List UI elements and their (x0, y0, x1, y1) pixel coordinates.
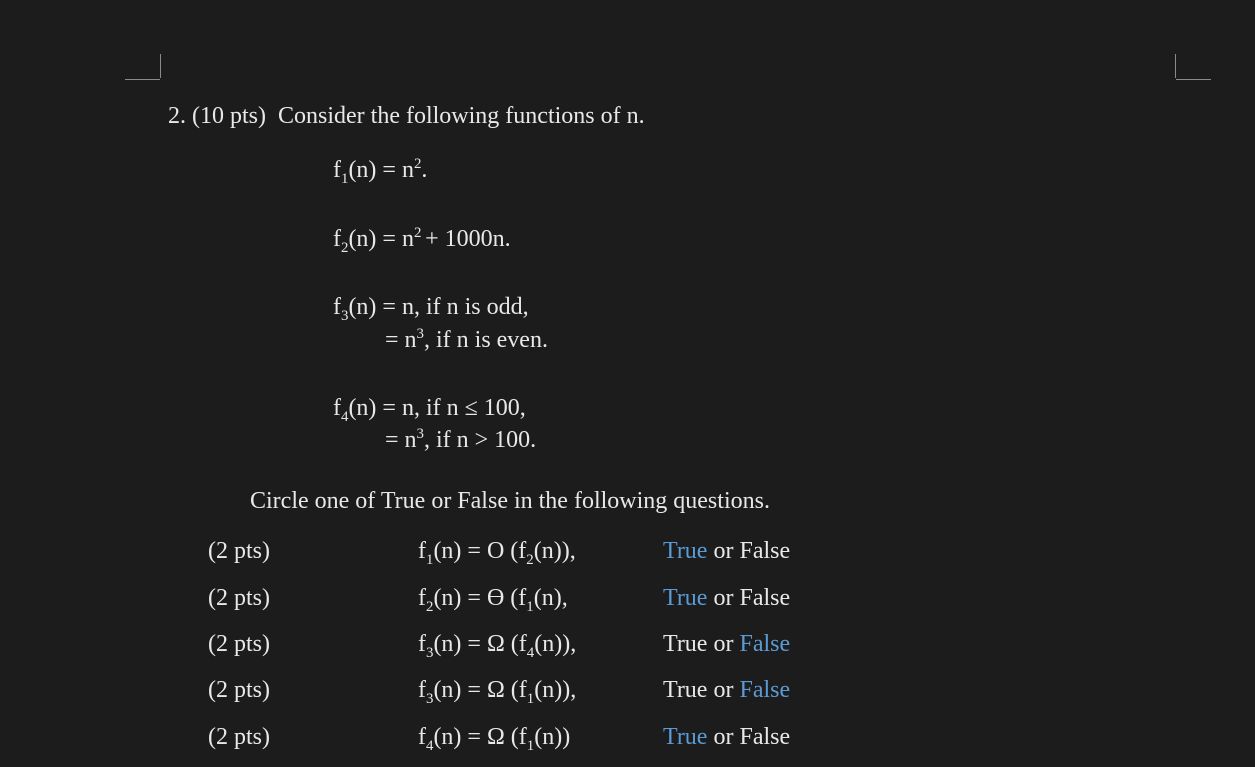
answer-true: True (663, 677, 707, 703)
answer-false: False (739, 585, 790, 611)
answer-true: True (663, 724, 707, 750)
tf-row: (2 pts) f3(n) = Ω (f1(n)), True or False (208, 674, 1168, 706)
definition-f2: f2(n) = n2 + 1000n. (333, 223, 1168, 255)
answer-true: True (663, 585, 707, 611)
answer-sep: or (707, 585, 739, 611)
tf-points: (2 pts) (208, 535, 418, 567)
answer-sep: or (707, 677, 739, 703)
true-false-list: (2 pts) f1(n) = O (f2(n)), True or False… (168, 535, 1168, 753)
tf-answer: True or False (663, 582, 790, 614)
tf-expression: f2(n) = ϴ (f1(n), (418, 582, 663, 614)
crop-mark (125, 79, 160, 80)
answer-false: False (739, 631, 790, 657)
instruction-text: Circle one of True or False in the follo… (250, 485, 1168, 517)
def-line: f4(n) = n, if n ≤ 100, (333, 392, 1168, 424)
tf-points: (2 pts) (208, 721, 418, 753)
tf-expression: f4(n) = Ω (f1(n)) (418, 721, 663, 753)
tf-row: (2 pts) f2(n) = ϴ (f1(n), True or False (208, 582, 1168, 614)
tf-expression: f3(n) = Ω (f4(n)), (418, 628, 663, 660)
document-content: 2. (10 pts) Consider the following funct… (168, 100, 1168, 767)
crop-mark (160, 54, 161, 78)
answer-sep: or (707, 538, 739, 564)
answer-false: False (739, 538, 790, 564)
answer-false: False (739, 677, 790, 703)
definition-f3: f3(n) = n, if n is odd, = n3, if n is ev… (333, 291, 1168, 356)
tf-answer: True or False (663, 628, 790, 660)
tf-points: (2 pts) (208, 582, 418, 614)
answer-sep: or (707, 631, 739, 657)
tf-expression: f1(n) = O (f2(n)), (418, 535, 663, 567)
question-number: 2. (168, 103, 186, 129)
def-line: = n3, if n is even. (385, 324, 1168, 356)
tf-row: (2 pts) f1(n) = O (f2(n)), True or False (208, 535, 1168, 567)
tf-row: (2 pts) f3(n) = Ω (f4(n)), True or False (208, 628, 1168, 660)
function-definitions: f1(n) = n2. f2(n) = n2 + 1000n. f3(n) = … (333, 154, 1168, 456)
def-line: f2(n) = n2 + 1000n. (333, 226, 511, 252)
definition-f1: f1(n) = n2. (333, 154, 1168, 186)
tf-points: (2 pts) (208, 674, 418, 706)
question-header: 2. (10 pts) Consider the following funct… (168, 100, 1168, 132)
answer-false: False (739, 724, 790, 750)
tf-expression: f3(n) = Ω (f1(n)), (418, 674, 663, 706)
crop-mark (1176, 79, 1211, 80)
answer-true: True (663, 631, 707, 657)
definition-f4: f4(n) = n, if n ≤ 100, = n3, if n > 100. (333, 392, 1168, 457)
def-line: f1(n) = n2. (333, 157, 427, 183)
question-prompt: Consider the following functions of n. (278, 103, 645, 129)
tf-answer: True or False (663, 721, 790, 753)
def-line: = n3, if n > 100. (385, 424, 1168, 456)
tf-row: (2 pts) f4(n) = Ω (f1(n)) True or False (208, 721, 1168, 753)
question-points: (10 pts) (192, 103, 266, 129)
def-line: f3(n) = n, if n is odd, (333, 291, 1168, 323)
tf-answer: True or False (663, 535, 790, 567)
tf-answer: True or False (663, 674, 790, 706)
answer-sep: or (707, 724, 739, 750)
answer-true: True (663, 538, 707, 564)
crop-mark (1175, 54, 1176, 78)
tf-points: (2 pts) (208, 628, 418, 660)
